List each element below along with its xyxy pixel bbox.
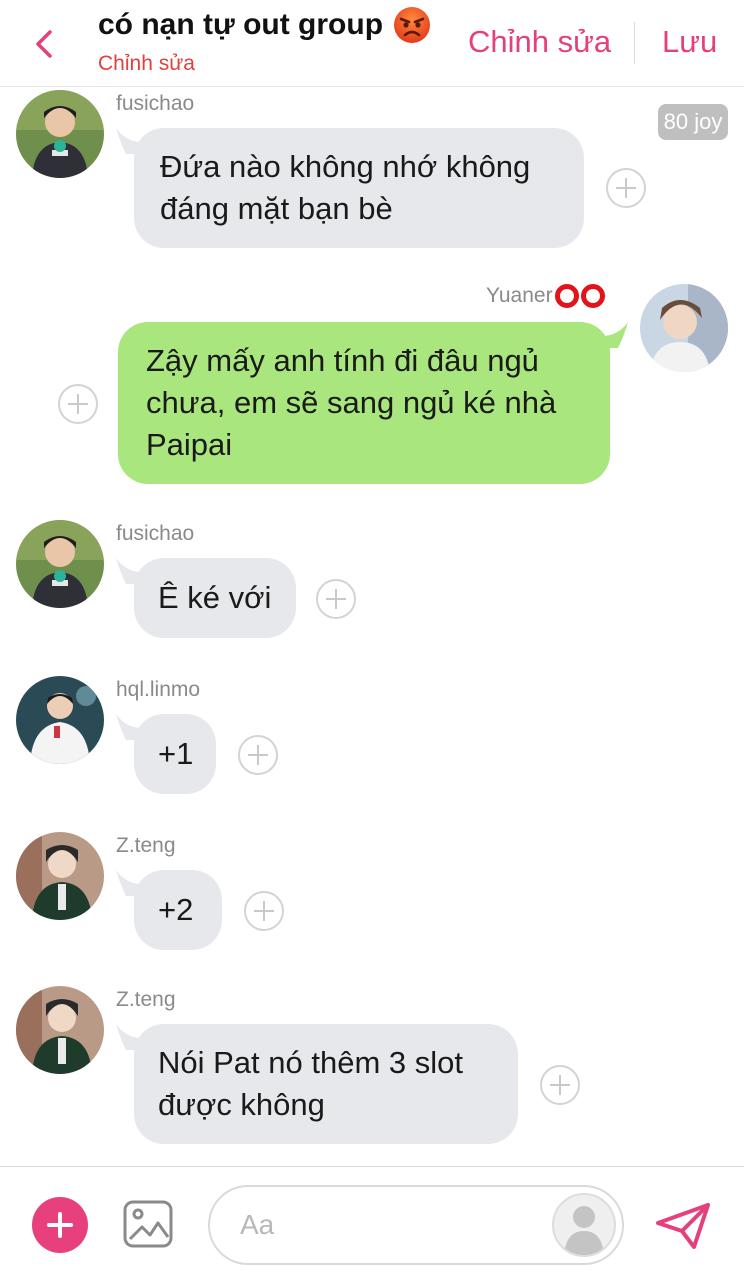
message-placeholder: Aa bbox=[240, 1209, 275, 1240]
react-plus-icon[interactable] bbox=[540, 1065, 580, 1105]
react-plus-icon[interactable] bbox=[316, 579, 356, 619]
save-button[interactable]: Lưu bbox=[662, 24, 717, 60]
avatar-hql-linmo[interactable] bbox=[16, 676, 104, 764]
chat-subtitle[interactable]: Chỉnh sửa bbox=[98, 52, 431, 76]
message-bubble[interactable]: +1 bbox=[134, 714, 216, 794]
avatar-placeholder-icon[interactable] bbox=[552, 1193, 616, 1257]
react-plus-icon[interactable] bbox=[238, 735, 278, 775]
message-bubble[interactable]: Đứa nào không nhớ không đáng mặt bạn bè bbox=[134, 128, 584, 248]
chat-title-block: có nạn tự out group Chỉnh sửa bbox=[98, 6, 431, 76]
react-plus-icon[interactable] bbox=[58, 384, 98, 424]
message-text: +2 bbox=[158, 892, 194, 927]
joy-badge: 80 joy bbox=[658, 104, 728, 140]
image-icon[interactable] bbox=[122, 1199, 174, 1249]
avatar-fusichao[interactable] bbox=[16, 90, 104, 178]
header-divider bbox=[634, 22, 635, 64]
send-icon[interactable] bbox=[654, 1201, 712, 1251]
avatar-fusichao[interactable] bbox=[16, 520, 104, 608]
chat-title-text: có nạn tự out group bbox=[98, 8, 384, 41]
message-input[interactable]: Aa bbox=[208, 1185, 624, 1265]
message-text: Đứa nào không nhớ không đáng mặt bạn bè bbox=[160, 149, 531, 226]
message-text: +1 bbox=[158, 736, 194, 771]
message-bubble[interactable]: Nói Pat nó thêm 3 slot được không bbox=[134, 1024, 518, 1144]
message-bubble[interactable]: Ê ké với bbox=[134, 558, 296, 638]
message-bubble[interactable]: +2 bbox=[134, 870, 222, 950]
sender-name: hql.linmo bbox=[116, 678, 201, 701]
sender-name: fusichao bbox=[116, 92, 195, 115]
add-attachment-button[interactable] bbox=[32, 1197, 88, 1253]
back-chevron-icon[interactable] bbox=[30, 26, 60, 62]
sender-name: fusichao bbox=[116, 522, 195, 545]
message-text: Zậy mấy anh tính đi đâu ngủ chưa, em sẽ … bbox=[146, 343, 557, 462]
angry-face-icon bbox=[394, 7, 431, 43]
avatar-yuaner[interactable] bbox=[640, 284, 728, 372]
composer-bar: Aa bbox=[0, 1166, 744, 1282]
chat-header: có nạn tự out group Chỉnh sửa Chỉnh sửa … bbox=[0, 0, 744, 87]
avatar-z-teng[interactable] bbox=[16, 986, 104, 1074]
avatar-z-teng[interactable] bbox=[16, 832, 104, 920]
edit-button[interactable]: Chỉnh sửa bbox=[468, 24, 611, 60]
red-rings-icon bbox=[554, 284, 605, 308]
react-plus-icon[interactable] bbox=[606, 168, 646, 208]
chat-title: có nạn tự out group bbox=[98, 6, 431, 44]
message-text: Ê ké với bbox=[158, 580, 272, 615]
sender-name: Yuaner bbox=[486, 284, 553, 307]
sender-name: Z.teng bbox=[116, 988, 176, 1011]
react-plus-icon[interactable] bbox=[244, 891, 284, 931]
sender-name: Z.teng bbox=[116, 834, 176, 857]
sender-name-row: Yuaner bbox=[486, 284, 605, 308]
message-bubble-own[interactable]: Zậy mấy anh tính đi đâu ngủ chưa, em sẽ … bbox=[118, 322, 610, 484]
message-text: Nói Pat nó thêm 3 slot được không bbox=[158, 1045, 463, 1122]
